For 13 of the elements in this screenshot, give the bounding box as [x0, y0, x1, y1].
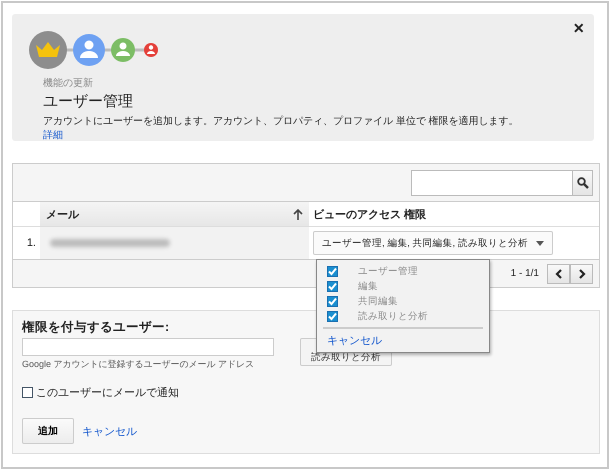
- row-number: 1.: [26, 236, 37, 251]
- form-title: 権限を付与するユーザー:: [22, 319, 170, 336]
- notify-label: このユーザーにメールで通知: [36, 386, 179, 400]
- feature-update-label: 機能の更新: [43, 76, 93, 90]
- email-hint: Google アカウントに登録するユーザーのメール アドレス: [22, 358, 254, 371]
- option-label: 共同編集: [358, 295, 398, 308]
- description-text: アカウントにユーザーを追加します。アカウント、プロパティ、プロファイル 単位で 権限を適用します。: [43, 114, 519, 128]
- option-label: ユーザー管理: [358, 265, 418, 278]
- page-title: ユーザー管理: [43, 92, 133, 111]
- option-label: 編集: [358, 280, 378, 293]
- option-label: 読み取りと分析: [358, 310, 428, 323]
- pagination-text: 1 - 1/1: [510, 268, 539, 279]
- column-header: ビューのアクセス 権限: [312, 208, 426, 222]
